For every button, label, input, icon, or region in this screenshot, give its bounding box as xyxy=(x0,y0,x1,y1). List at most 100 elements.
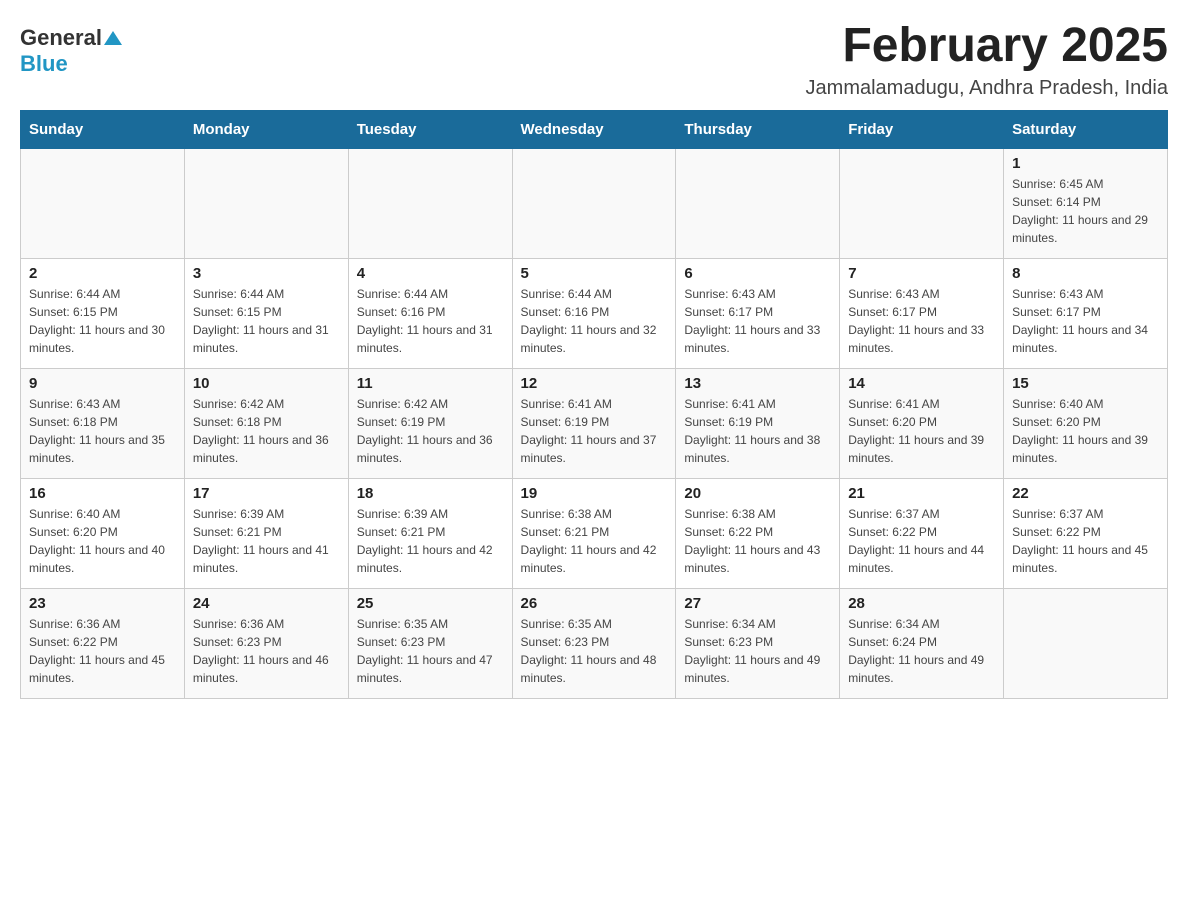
calendar-week-row: 1Sunrise: 6:45 AMSunset: 6:14 PMDaylight… xyxy=(21,148,1168,258)
day-number: 15 xyxy=(1012,375,1159,392)
logo-general-text: General xyxy=(20,25,102,51)
day-info: Sunrise: 6:44 AMSunset: 6:15 PMDaylight:… xyxy=(193,285,340,357)
day-number: 3 xyxy=(193,265,340,282)
day-info: Sunrise: 6:43 AMSunset: 6:18 PMDaylight:… xyxy=(29,395,176,467)
day-number: 20 xyxy=(684,485,831,502)
logo-arrow-icon xyxy=(104,29,122,47)
day-info: Sunrise: 6:37 AMSunset: 6:22 PMDaylight:… xyxy=(1012,505,1159,577)
day-number: 28 xyxy=(848,595,995,612)
day-number: 17 xyxy=(193,485,340,502)
day-number: 7 xyxy=(848,265,995,282)
calendar-cell: 13Sunrise: 6:41 AMSunset: 6:19 PMDayligh… xyxy=(676,368,840,478)
day-info: Sunrise: 6:38 AMSunset: 6:21 PMDaylight:… xyxy=(521,505,668,577)
day-number: 6 xyxy=(684,265,831,282)
day-number: 24 xyxy=(193,595,340,612)
day-info: Sunrise: 6:35 AMSunset: 6:23 PMDaylight:… xyxy=(521,615,668,687)
day-number: 2 xyxy=(29,265,176,282)
day-number: 26 xyxy=(521,595,668,612)
calendar-cell xyxy=(184,148,348,258)
calendar-cell xyxy=(21,148,185,258)
calendar-cell xyxy=(512,148,676,258)
calendar-header-tuesday: Tuesday xyxy=(348,110,512,148)
day-number: 13 xyxy=(684,375,831,392)
calendar-cell: 25 Sunrise: 6:35 AMSunset: 6:23 PMDayligh… xyxy=(348,588,512,698)
day-number: 22 xyxy=(1012,485,1159,502)
title-section: February 2025 Jammalamadugu, Andhra Prad… xyxy=(806,20,1168,100)
month-title: February 2025 xyxy=(806,20,1168,73)
day-info: Sunrise: 6:42 AMSunset: 6:19 PMDaylight:… xyxy=(357,395,504,467)
location-title: Jammalamadugu, Andhra Pradesh, India xyxy=(806,77,1168,100)
calendar-header-thursday: Thursday xyxy=(676,110,840,148)
day-number: 25 xyxy=(357,595,504,612)
day-info: Sunrise: 6:40 AMSunset: 6:20 PMDaylight:… xyxy=(1012,395,1159,467)
day-info: Sunrise: 6:44 AMSunset: 6:16 PMDaylight:… xyxy=(521,285,668,357)
day-info: Sunrise: 6:34 AMSunset: 6:24 PMDaylight:… xyxy=(848,615,995,687)
day-number: 16 xyxy=(29,485,176,502)
calendar-cell: 24 Sunrise: 6:36 AMSunset: 6:23 PMDayligh… xyxy=(184,588,348,698)
day-info: Sunrise: 6:37 AMSunset: 6:22 PMDaylight:… xyxy=(848,505,995,577)
calendar-cell: 6Sunrise: 6:43 AMSunset: 6:17 PMDaylight… xyxy=(676,258,840,368)
day-number: 9 xyxy=(29,375,176,392)
calendar-header-wednesday: Wednesday xyxy=(512,110,676,148)
day-info: Sunrise: 6:43 AMSunset: 6:17 PMDaylight:… xyxy=(1012,285,1159,357)
day-info: Sunrise: 6:41 AMSunset: 6:20 PMDaylight:… xyxy=(848,395,995,467)
logo-blue-text: Blue xyxy=(20,51,68,77)
page-header: General Blue February 2025 Jammalamadugu… xyxy=(20,20,1168,100)
calendar-cell: 4 Sunrise: 6:44 AMSunset: 6:16 PMDaylight… xyxy=(348,258,512,368)
calendar-cell: 2Sunrise: 6:44 AMSunset: 6:15 PMDaylight… xyxy=(21,258,185,368)
day-number: 11 xyxy=(357,375,504,392)
calendar-cell: 18 Sunrise: 6:39 AMSunset: 6:21 PMDayligh… xyxy=(348,478,512,588)
calendar-week-row: 9 Sunrise: 6:43 AMSunset: 6:18 PMDaylight… xyxy=(21,368,1168,478)
calendar-cell: 27Sunrise: 6:34 AMSunset: 6:23 PMDayligh… xyxy=(676,588,840,698)
calendar-cell xyxy=(348,148,512,258)
calendar-cell: 14Sunrise: 6:41 AMSunset: 6:20 PMDayligh… xyxy=(840,368,1004,478)
calendar-week-row: 23Sunrise: 6:36 AMSunset: 6:22 PMDayligh… xyxy=(21,588,1168,698)
day-info: Sunrise: 6:41 AMSunset: 6:19 PMDaylight:… xyxy=(521,395,668,467)
calendar-cell: 11 Sunrise: 6:42 AMSunset: 6:19 PMDayligh… xyxy=(348,368,512,478)
day-number: 10 xyxy=(193,375,340,392)
calendar-cell: 15 Sunrise: 6:40 AMSunset: 6:20 PMDayligh… xyxy=(1004,368,1168,478)
calendar-cell xyxy=(676,148,840,258)
calendar-cell: 9 Sunrise: 6:43 AMSunset: 6:18 PMDaylight… xyxy=(21,368,185,478)
calendar-cell xyxy=(1004,588,1168,698)
day-info: Sunrise: 6:44 AMSunset: 6:16 PMDaylight:… xyxy=(357,285,504,357)
calendar-cell: 22 Sunrise: 6:37 AMSunset: 6:22 PMDayligh… xyxy=(1004,478,1168,588)
day-info: Sunrise: 6:39 AMSunset: 6:21 PMDaylight:… xyxy=(357,505,504,577)
calendar-header-row: SundayMondayTuesdayWednesdayThursdayFrid… xyxy=(21,110,1168,148)
calendar-cell: 21 Sunrise: 6:37 AMSunset: 6:22 PMDayligh… xyxy=(840,478,1004,588)
calendar-header-saturday: Saturday xyxy=(1004,110,1168,148)
day-info: Sunrise: 6:36 AMSunset: 6:22 PMDaylight:… xyxy=(29,615,176,687)
calendar-cell: 1Sunrise: 6:45 AMSunset: 6:14 PMDaylight… xyxy=(1004,148,1168,258)
day-info: Sunrise: 6:36 AMSunset: 6:23 PMDaylight:… xyxy=(193,615,340,687)
calendar-cell: 26 Sunrise: 6:35 AMSunset: 6:23 PMDayligh… xyxy=(512,588,676,698)
calendar-cell: 8 Sunrise: 6:43 AMSunset: 6:17 PMDaylight… xyxy=(1004,258,1168,368)
day-number: 4 xyxy=(357,265,504,282)
day-number: 21 xyxy=(848,485,995,502)
calendar-header-monday: Monday xyxy=(184,110,348,148)
day-info: Sunrise: 6:39 AMSunset: 6:21 PMDaylight:… xyxy=(193,505,340,577)
day-number: 18 xyxy=(357,485,504,502)
calendar-cell xyxy=(840,148,1004,258)
calendar-header-sunday: Sunday xyxy=(21,110,185,148)
calendar-cell: 20Sunrise: 6:38 AMSunset: 6:22 PMDayligh… xyxy=(676,478,840,588)
calendar-cell: 3 Sunrise: 6:44 AMSunset: 6:15 PMDaylight… xyxy=(184,258,348,368)
calendar-table: SundayMondayTuesdayWednesdayThursdayFrid… xyxy=(20,110,1168,699)
logo: General Blue xyxy=(20,20,122,77)
calendar-cell: 7 Sunrise: 6:43 AMSunset: 6:17 PMDaylight… xyxy=(840,258,1004,368)
day-number: 1 xyxy=(1012,155,1159,172)
calendar-cell: 10 Sunrise: 6:42 AMSunset: 6:18 PMDayligh… xyxy=(184,368,348,478)
day-number: 12 xyxy=(521,375,668,392)
calendar-cell: 17 Sunrise: 6:39 AMSunset: 6:21 PMDayligh… xyxy=(184,478,348,588)
calendar-week-row: 2 Sunrise: 6:44 AMSunset: 6:15 PMDaylight… xyxy=(21,258,1168,368)
day-number: 19 xyxy=(521,485,668,502)
day-number: 8 xyxy=(1012,265,1159,282)
day-info: Sunrise: 6:43 AMSunset: 6:17 PMDaylight:… xyxy=(848,285,995,357)
calendar-cell: 19 Sunrise: 6:38 AMSunset: 6:21 PMDayligh… xyxy=(512,478,676,588)
calendar-cell: 12 Sunrise: 6:41 AMSunset: 6:19 PMDayligh… xyxy=(512,368,676,478)
calendar-cell: 16 Sunrise: 6:40 AMSunset: 6:20 PMDayligh… xyxy=(21,478,185,588)
day-info: Sunrise: 6:42 AMSunset: 6:18 PMDaylight:… xyxy=(193,395,340,467)
day-info: Sunrise: 6:35 AMSunset: 6:23 PMDaylight:… xyxy=(357,615,504,687)
calendar-week-row: 16 Sunrise: 6:40 AMSunset: 6:20 PMDayligh… xyxy=(21,478,1168,588)
day-info: Sunrise: 6:40 AMSunset: 6:20 PMDaylight:… xyxy=(29,505,176,577)
calendar-cell: 5Sunrise: 6:44 AMSunset: 6:16 PMDaylight… xyxy=(512,258,676,368)
